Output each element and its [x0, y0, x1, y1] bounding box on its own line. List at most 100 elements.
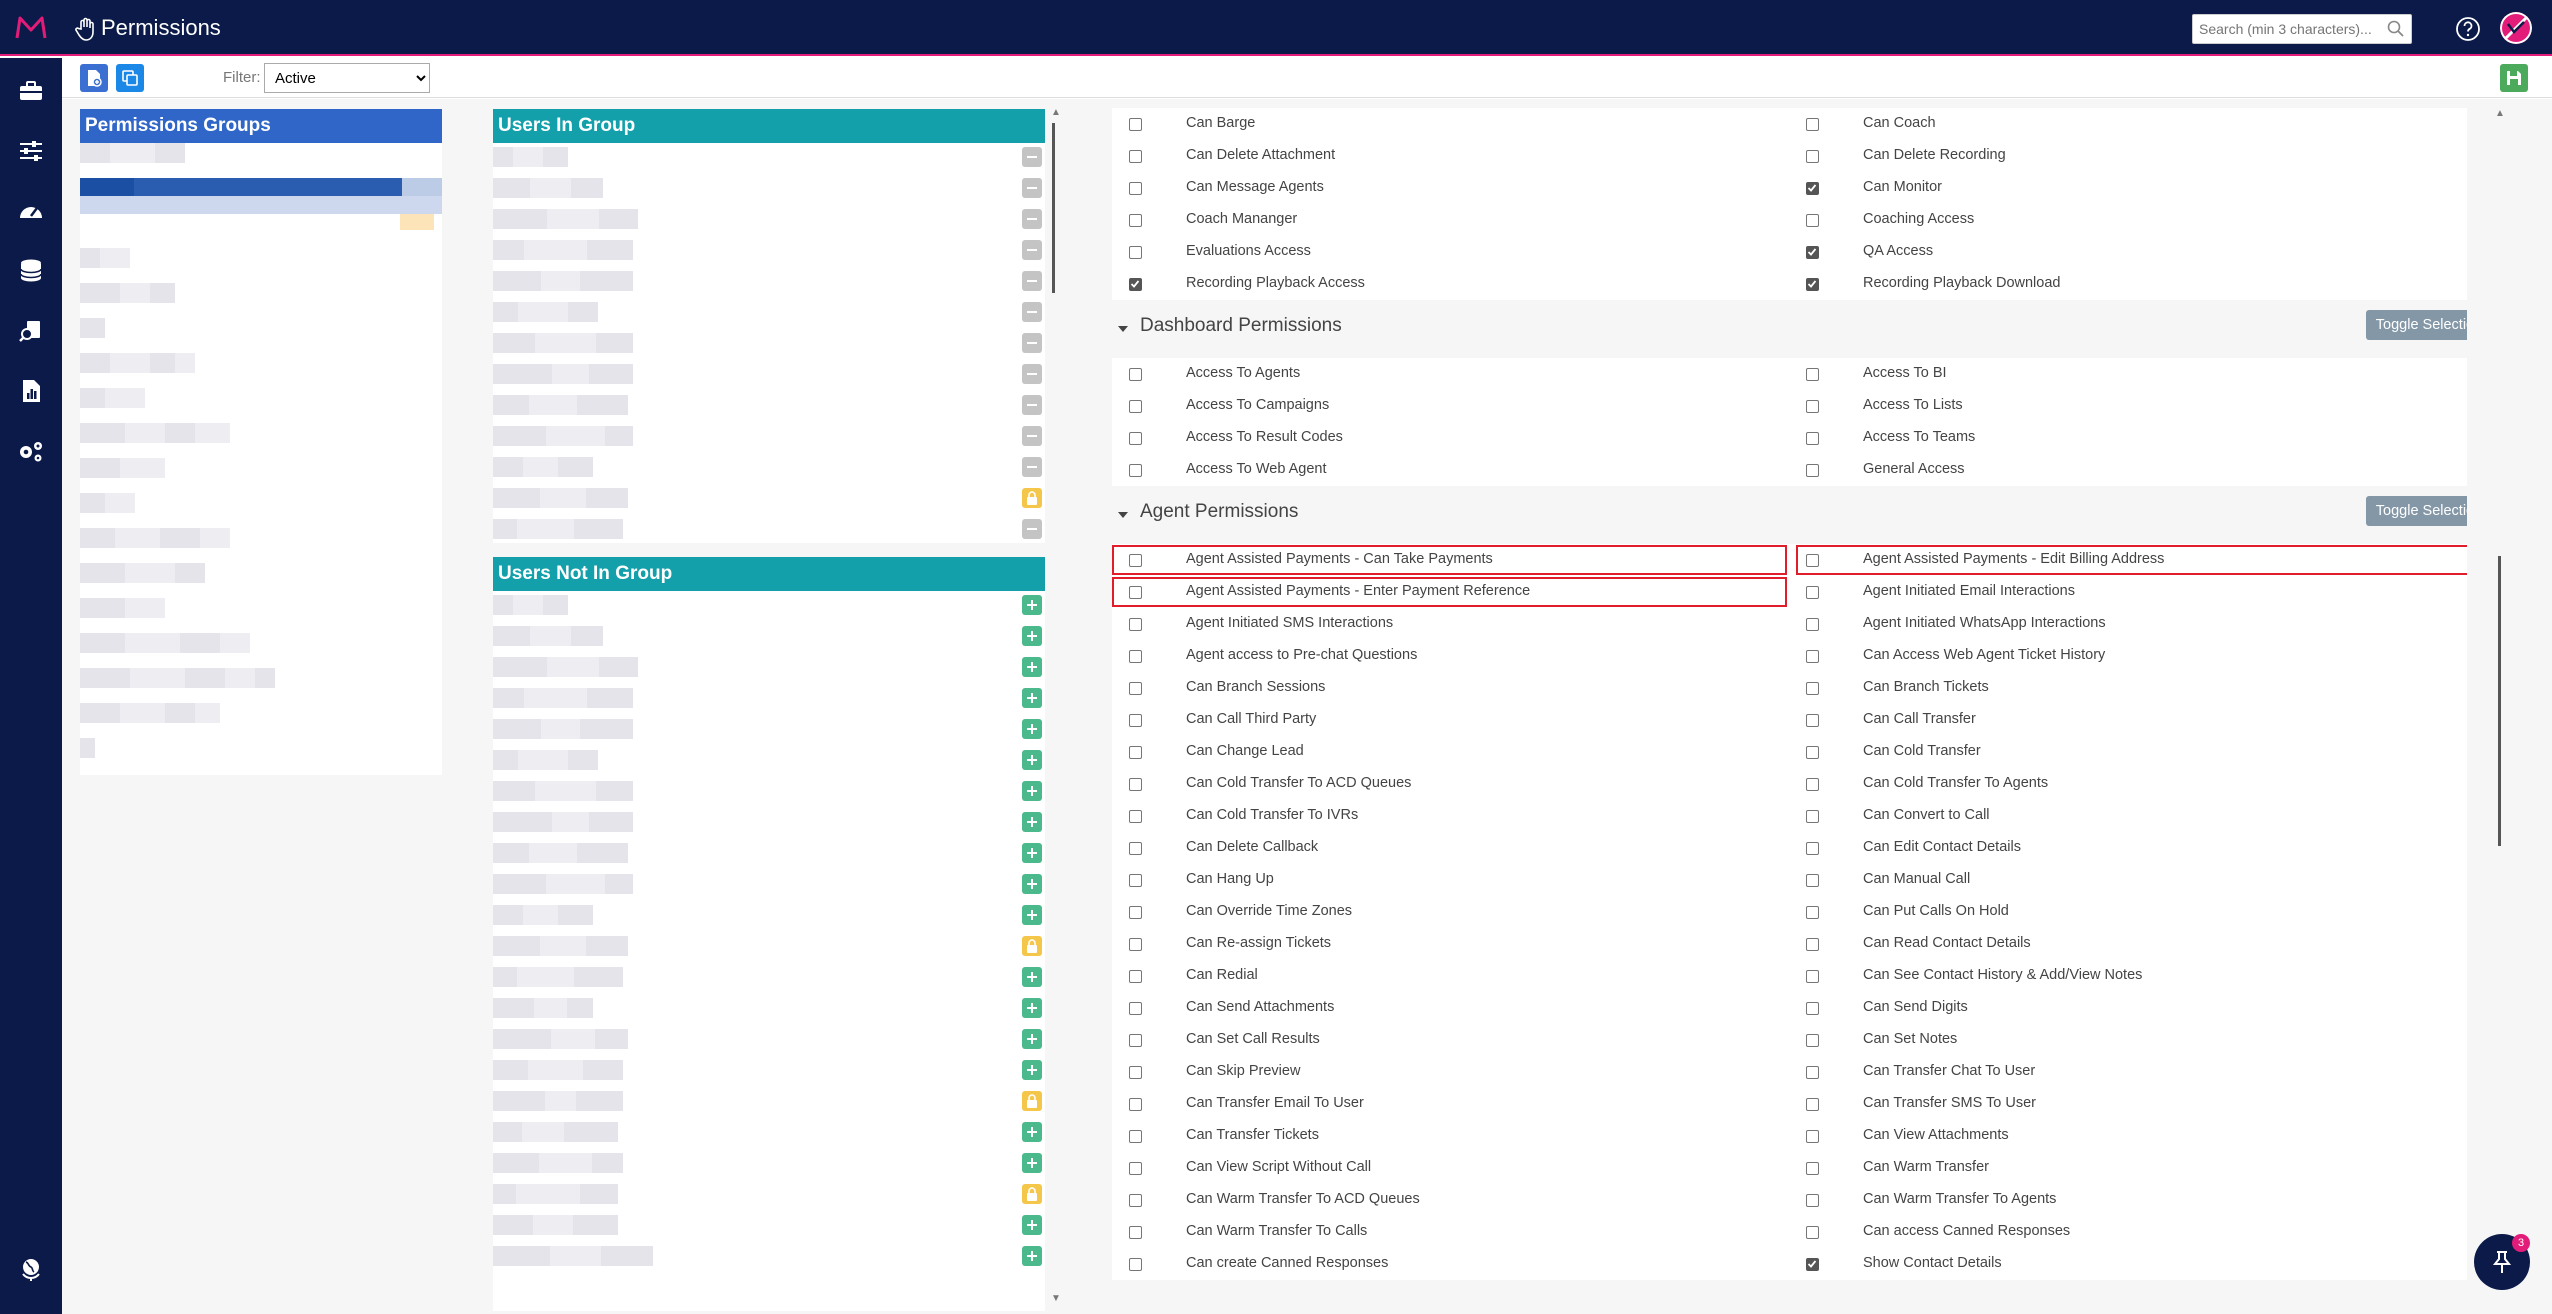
add-user-button[interactable]: [1022, 595, 1042, 615]
permission-checkbox[interactable]: [1127, 1224, 1143, 1240]
checkbox[interactable]: [1805, 745, 1819, 759]
permission-checkbox[interactable]: [1804, 936, 1820, 952]
checkbox[interactable]: [1128, 969, 1142, 983]
permissions-scrollbar[interactable]: ▲: [2495, 108, 2505, 1298]
permission-checkbox[interactable]: [1127, 968, 1143, 984]
permission-checkbox[interactable]: [1127, 648, 1143, 664]
remove-user-button[interactable]: [1022, 240, 1042, 260]
list-item[interactable]: [493, 395, 1045, 415]
checkbox[interactable]: [1128, 245, 1142, 259]
remove-user-button[interactable]: [1022, 333, 1042, 353]
locked-user-button[interactable]: [1022, 1091, 1042, 1111]
add-user-button[interactable]: [1022, 719, 1042, 739]
user-avatar[interactable]: [2500, 12, 2532, 44]
permission-checkbox[interactable]: [1127, 616, 1143, 632]
list-item[interactable]: [493, 936, 1045, 956]
permissions-groups-list[interactable]: [80, 143, 442, 775]
sidebar-item-settings[interactable]: [14, 134, 48, 168]
copy-group-button[interactable]: [116, 64, 144, 92]
permission-checkbox[interactable]: [1804, 1032, 1820, 1048]
users-not-in-group-list[interactable]: [493, 591, 1045, 1311]
list-item[interactable]: [80, 493, 442, 513]
checkbox[interactable]: [1805, 777, 1819, 791]
list-item[interactable]: [493, 657, 1045, 677]
checkbox[interactable]: [1805, 117, 1819, 131]
permission-checkbox[interactable]: [1804, 244, 1820, 260]
list-item[interactable]: [80, 353, 442, 373]
perm-scroll-up-icon[interactable]: ▲: [2495, 108, 2505, 119]
checkbox[interactable]: [1128, 1065, 1142, 1079]
list-item[interactable]: [80, 528, 442, 548]
list-item[interactable]: [80, 283, 442, 303]
permission-checkbox[interactable]: [1127, 1096, 1143, 1112]
checkbox[interactable]: [1805, 1097, 1819, 1111]
perm-scrollbar-thumb[interactable]: [2498, 556, 2501, 846]
sidebar-item-admin[interactable]: [14, 434, 48, 468]
permission-checkbox[interactable]: [1127, 680, 1143, 696]
list-item[interactable]: [493, 874, 1045, 894]
remove-user-button[interactable]: [1022, 147, 1042, 167]
list-item[interactable]: [493, 595, 1045, 615]
permission-checkbox[interactable]: [1804, 840, 1820, 856]
list-item[interactable]: [80, 248, 442, 268]
list-item[interactable]: [493, 750, 1045, 770]
checkbox[interactable]: [1805, 1033, 1819, 1047]
list-item[interactable]: [493, 209, 1045, 229]
checkbox[interactable]: [1128, 1129, 1142, 1143]
add-user-button[interactable]: [1022, 750, 1042, 770]
add-user-button[interactable]: [1022, 1215, 1042, 1235]
permission-checkbox[interactable]: [1804, 744, 1820, 760]
add-user-button[interactable]: [1022, 1060, 1042, 1080]
list-item[interactable]: [80, 423, 442, 443]
sidebar-item-dashboard[interactable]: [14, 194, 48, 228]
permission-checkbox[interactable]: [1804, 366, 1820, 382]
sidebar-item-database[interactable]: [14, 254, 48, 288]
permission-checkbox[interactable]: [1804, 180, 1820, 196]
permission-checkbox[interactable]: [1804, 212, 1820, 228]
checkbox[interactable]: [1128, 937, 1142, 951]
list-item[interactable]: [493, 626, 1045, 646]
permission-checkbox[interactable]: [1804, 1000, 1820, 1016]
checkbox[interactable]: [1805, 463, 1819, 477]
permission-checkbox[interactable]: [1127, 1128, 1143, 1144]
checkbox[interactable]: [1805, 149, 1819, 163]
checkbox[interactable]: [1128, 1193, 1142, 1207]
help-widget-button[interactable]: 3: [2474, 1234, 2530, 1290]
list-item[interactable]: [80, 598, 442, 618]
help-icon[interactable]: [2455, 16, 2481, 42]
checkbox[interactable]: [1128, 1097, 1142, 1111]
checkbox[interactable]: [1128, 181, 1142, 195]
checkbox[interactable]: [1805, 713, 1819, 727]
checkbox[interactable]: [1128, 649, 1142, 663]
add-user-button[interactable]: [1022, 1246, 1042, 1266]
checkbox[interactable]: [1128, 463, 1142, 477]
checkbox[interactable]: [1805, 1065, 1819, 1079]
permission-checkbox[interactable]: [1127, 180, 1143, 196]
list-item[interactable]: [493, 364, 1045, 384]
checkbox[interactable]: [1128, 367, 1142, 381]
scrollbar-thumb[interactable]: [1052, 123, 1055, 293]
toggle-selection-button[interactable]: Toggle Selection: [2366, 310, 2467, 340]
list-item[interactable]: [80, 668, 442, 688]
add-user-button[interactable]: [1022, 781, 1042, 801]
permission-checkbox[interactable]: [1804, 776, 1820, 792]
checkbox[interactable]: [1128, 399, 1142, 413]
permission-checkbox[interactable]: [1127, 1032, 1143, 1048]
checkbox[interactable]: [1128, 905, 1142, 919]
locked-user-button[interactable]: [1022, 1184, 1042, 1204]
remove-user-button[interactable]: [1022, 178, 1042, 198]
permission-checkbox[interactable]: [1804, 430, 1820, 446]
checkbox[interactable]: [1805, 1001, 1819, 1015]
permission-checkbox[interactable]: [1127, 462, 1143, 478]
remove-user-button[interactable]: [1022, 209, 1042, 229]
checkbox[interactable]: [1805, 617, 1819, 631]
checkbox[interactable]: [1128, 617, 1142, 631]
permission-checkbox[interactable]: [1127, 936, 1143, 952]
add-user-button[interactable]: [1022, 967, 1042, 987]
list-item[interactable]: [493, 147, 1045, 167]
checkbox[interactable]: [1805, 681, 1819, 695]
list-item[interactable]: [493, 688, 1045, 708]
sidebar-item-globe[interactable]: [14, 1252, 48, 1286]
permission-checkbox[interactable]: [1127, 116, 1143, 132]
checkbox[interactable]: [1805, 937, 1819, 951]
